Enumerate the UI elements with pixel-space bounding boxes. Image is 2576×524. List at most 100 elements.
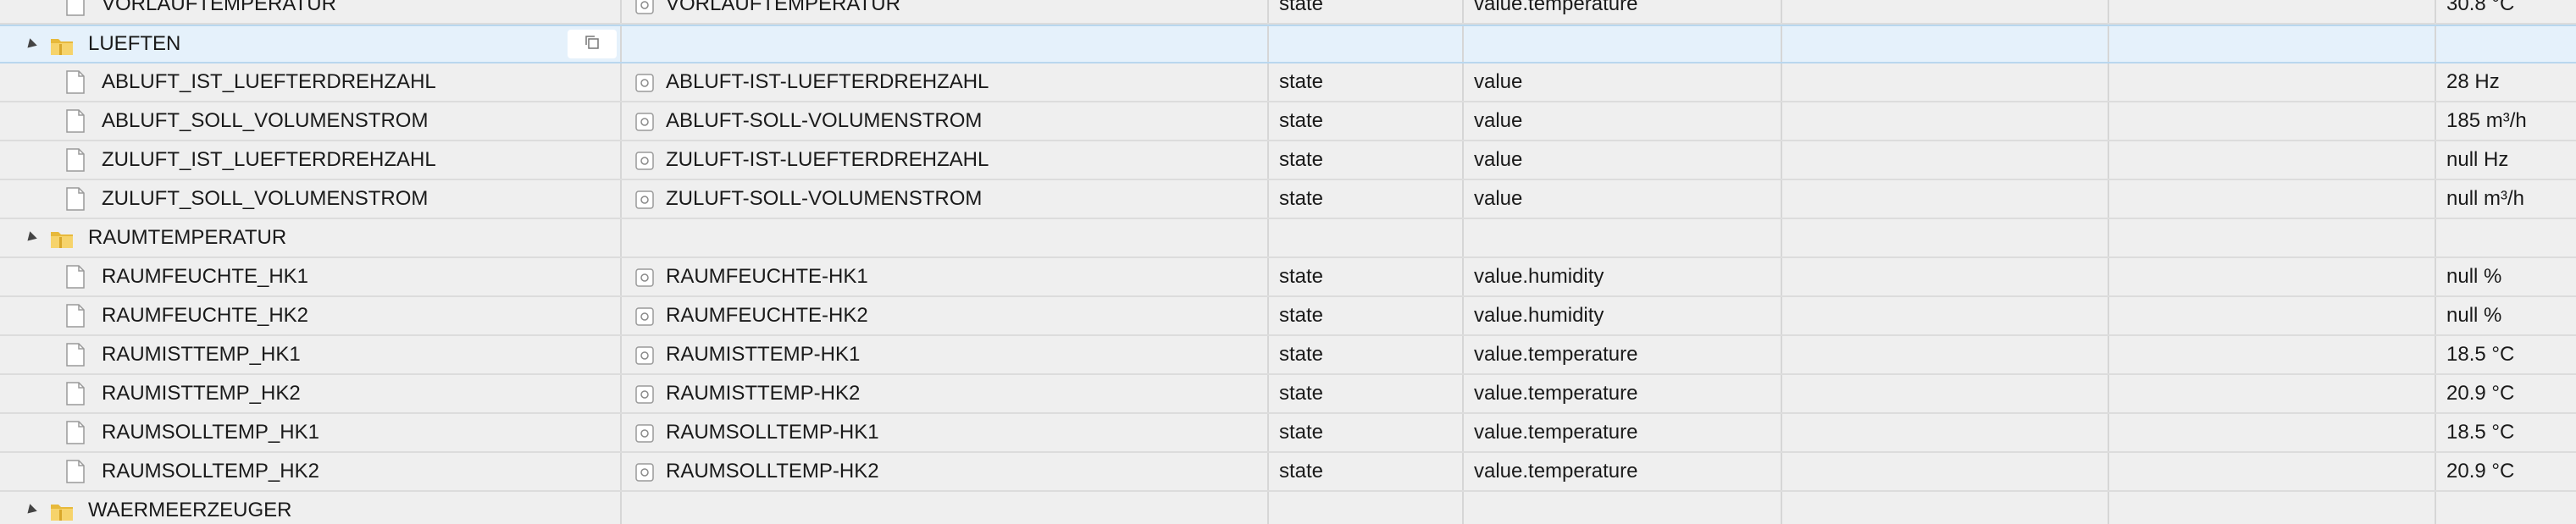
state-row[interactable]: RAUMSOLLTEMP_HK2 RAUMSOLLTEMP-HK2 state val… [0, 453, 2576, 492]
type-cell: state [1271, 0, 1464, 23]
type-cell: state [1271, 102, 1464, 140]
room-cell [1784, 453, 2109, 490]
type-cell: state [1271, 63, 1464, 101]
expand-toggle-icon[interactable] [24, 504, 37, 517]
state-name: ZULUFT_IST_LUEFTERDREHZAHL [102, 148, 436, 171]
state-value: null % [2446, 304, 2502, 327]
copy-button[interactable] [568, 30, 617, 58]
state-value: 20.9 °C [2446, 382, 2515, 405]
folder-icon [49, 500, 75, 522]
file-icon [66, 148, 85, 172]
type-cell [1271, 26, 1464, 62]
state-row[interactable]: RAUMSOLLTEMP_HK1 RAUMSOLLTEMP-HK1 state val… [0, 414, 2576, 453]
room-cell [1784, 375, 2109, 412]
state-value: 18.5 °C [2446, 421, 2515, 444]
object-tree-rows: VORLAUFTEMPERATUR VORLAUFTEMPERATUR state v… [0, 0, 2576, 524]
room-cell [1784, 63, 2109, 101]
state-row[interactable]: VORLAUFTEMPERATUR VORLAUFTEMPERATUR state v… [0, 0, 2576, 25]
role-cell: value [1465, 141, 1782, 179]
type-value: state [1279, 382, 1324, 405]
file-icon [66, 304, 85, 328]
state-row[interactable]: RAUMISTTEMP_HK1 RAUMISTTEMP-HK1 state value… [0, 336, 2576, 375]
type-value: state [1279, 421, 1324, 444]
state-row[interactable]: RAUMFEUCHTE_HK1 RAUMFEUCHTE-HK1 state value… [0, 258, 2576, 297]
state-id-icon [635, 74, 654, 92]
state-name: RAUMISTTEMP_HK2 [102, 382, 301, 405]
value-cell: null % [2438, 258, 2576, 295]
value-cell [2438, 26, 2576, 62]
folder-row[interactable]: LUEFTEN [0, 25, 2576, 63]
role-value: value [1474, 148, 1523, 171]
role-cell: value.temperature [1465, 414, 1782, 451]
name-cell: ZULUFT_IST_LUEFTERDREHZAHL [0, 141, 622, 179]
type-value: state [1279, 460, 1324, 483]
state-row[interactable]: ZULUFT_SOLL_VOLUMENSTROM ZULUFT-SOLL-VOLU… [0, 180, 2576, 219]
id-cell [623, 219, 1269, 256]
id-cell: RAUMISTTEMP-HK1 [623, 336, 1269, 373]
file-icon [66, 343, 85, 367]
type-cell [1271, 219, 1464, 256]
folder-name: RAUMTEMPERATUR [88, 226, 287, 249]
role-cell [1465, 26, 1782, 62]
value-cell: 20.9 °C [2438, 453, 2576, 490]
state-row[interactable]: ABLUFT_IST_LUEFTERDREHZAHL ABLUFT-IST-LUE… [0, 63, 2576, 102]
state-id: ABLUFT-IST-LUEFTERDREHZAHL [666, 70, 989, 93]
state-name: RAUMSOLLTEMP_HK1 [102, 421, 319, 444]
expand-toggle-icon[interactable] [24, 231, 37, 245]
type-cell: state [1271, 297, 1464, 334]
state-row[interactable]: RAUMFEUCHTE_HK2 RAUMFEUCHTE-HK2 state value… [0, 297, 2576, 336]
expand-toggle-icon[interactable] [24, 38, 37, 52]
state-row[interactable]: ZULUFT_IST_LUEFTERDREHZAHL ZULUFT-IST-LUE… [0, 141, 2576, 180]
name-cell: VORLAUFTEMPERATUR [0, 0, 622, 23]
room-cell [1784, 258, 2109, 295]
state-value: null Hz [2446, 148, 2509, 171]
state-id-icon [635, 190, 654, 209]
folder-row[interactable]: RAUMTEMPERATUR [0, 219, 2576, 258]
role-cell: value [1465, 63, 1782, 101]
function-cell [2111, 453, 2436, 490]
role-value: value.temperature [1474, 421, 1638, 444]
state-name: RAUMFEUCHTE_HK1 [102, 265, 309, 288]
role-cell: value.humidity [1465, 258, 1782, 295]
folder-name: WAERMEERZEUGER [88, 499, 292, 521]
type-cell [1271, 492, 1464, 524]
id-cell [623, 26, 1269, 62]
room-cell [1784, 180, 2109, 218]
role-cell: value.temperature [1465, 0, 1782, 23]
type-cell: state [1271, 375, 1464, 412]
state-id-icon [635, 0, 654, 14]
folder-row[interactable]: WAERMEERZEUGER [0, 492, 2576, 524]
state-name: VORLAUFTEMPERATUR [102, 0, 336, 15]
role-cell: value.temperature [1465, 336, 1782, 373]
state-id-icon [635, 152, 654, 170]
role-cell [1465, 219, 1782, 256]
state-value: null % [2446, 265, 2502, 288]
name-cell: RAUMSOLLTEMP_HK1 [0, 414, 622, 451]
name-cell: RAUMISTTEMP_HK2 [0, 375, 622, 412]
state-id: RAUMSOLLTEMP-HK1 [666, 421, 879, 444]
role-value: value.humidity [1474, 304, 1604, 327]
role-value: value [1474, 70, 1523, 93]
type-cell: state [1271, 414, 1464, 451]
state-id-icon [635, 113, 654, 131]
type-value: state [1279, 109, 1324, 132]
name-cell: RAUMSOLLTEMP_HK2 [0, 453, 622, 490]
state-row[interactable]: ABLUFT_SOLL_VOLUMENSTROM ABLUFT-SOLL-VOLU… [0, 102, 2576, 141]
name-cell: ABLUFT_IST_LUEFTERDREHZAHL [0, 63, 622, 101]
name-cell: RAUMFEUCHTE_HK2 [0, 297, 622, 334]
file-icon [66, 70, 85, 94]
state-id-icon [635, 385, 654, 404]
state-id-icon [635, 307, 654, 326]
function-cell [2111, 297, 2436, 334]
role-value: value [1474, 109, 1523, 132]
value-cell: 20.9 °C [2438, 375, 2576, 412]
file-icon [66, 460, 85, 483]
id-cell: RAUMFEUCHTE-HK1 [623, 258, 1269, 295]
id-cell: VORLAUFTEMPERATUR [623, 0, 1269, 23]
state-value: 28 Hz [2446, 70, 2500, 93]
id-cell: ABLUFT-SOLL-VOLUMENSTROM [623, 102, 1269, 140]
id-cell: RAUMSOLLTEMP-HK1 [623, 414, 1269, 451]
state-value: null m³/h [2446, 187, 2525, 210]
function-cell [2111, 258, 2436, 295]
state-row[interactable]: RAUMISTTEMP_HK2 RAUMISTTEMP-HK2 state value… [0, 375, 2576, 414]
